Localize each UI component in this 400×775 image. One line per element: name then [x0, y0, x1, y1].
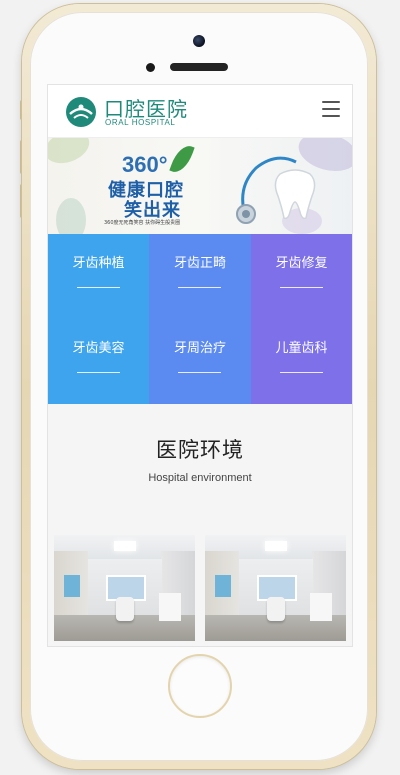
service-label: 牙齿正畸	[173, 256, 226, 271]
divider	[77, 287, 120, 288]
service-label: 牙齿美容	[72, 341, 125, 356]
environment-photo[interactable]	[54, 535, 195, 641]
front-camera	[193, 35, 205, 47]
environment-section: 医院环境 Hospital environment	[48, 404, 352, 646]
services-grid: 牙齿种植 牙齿正畸 牙齿修复 牙齿美容 牙周治疗 儿童齿科	[48, 234, 352, 404]
phone-screen: 口腔医院 ORAL HOSPITAL 360° 健康口腔 笑出来 360度无死角…	[47, 84, 353, 647]
divider	[280, 372, 323, 373]
divider	[178, 372, 221, 373]
service-label: 牙周治疗	[173, 341, 226, 356]
site-header: 口腔医院 ORAL HOSPITAL	[48, 85, 352, 138]
hamburger-menu-icon[interactable]	[322, 101, 340, 117]
service-item-periodontal[interactable]: 牙周治疗	[149, 319, 251, 404]
service-label: 牙齿修复	[275, 256, 328, 271]
service-item-pediatric[interactable]: 儿童齿科	[251, 319, 352, 404]
service-item-cosmetic[interactable]: 牙齿美容	[48, 319, 149, 404]
section-subtitle: Hospital environment	[148, 472, 252, 484]
divider	[280, 287, 323, 288]
proximity-sensor	[146, 63, 155, 72]
divider	[77, 372, 120, 373]
environment-photo[interactable]	[205, 535, 346, 641]
logo-subtitle: ORAL HOSPITAL	[105, 118, 176, 127]
divider	[178, 287, 221, 288]
hospital-logo-icon[interactable]	[65, 96, 97, 128]
service-label: 牙齿种植	[72, 256, 125, 271]
earpiece-speaker	[170, 63, 228, 71]
tooth-icon	[274, 169, 316, 220]
section-title: 医院环境	[156, 438, 244, 462]
service-label: 儿童齿科	[275, 341, 328, 356]
service-item-orthodontics[interactable]: 牙齿正畸	[149, 234, 251, 319]
service-item-implant[interactable]: 牙齿种植	[48, 234, 149, 319]
banner-headline-number: 360°	[122, 152, 168, 177]
banner-subtitle: 360度无死角笑容 扶你碍生般贵圈	[104, 220, 181, 226]
hero-banner[interactable]: 360° 健康口腔 笑出来 360度无死角笑容 扶你碍生般贵圈	[48, 138, 352, 234]
home-button[interactable]	[168, 654, 232, 718]
leaf-icon	[169, 142, 195, 176]
service-item-restoration[interactable]: 牙齿修复	[251, 234, 352, 319]
